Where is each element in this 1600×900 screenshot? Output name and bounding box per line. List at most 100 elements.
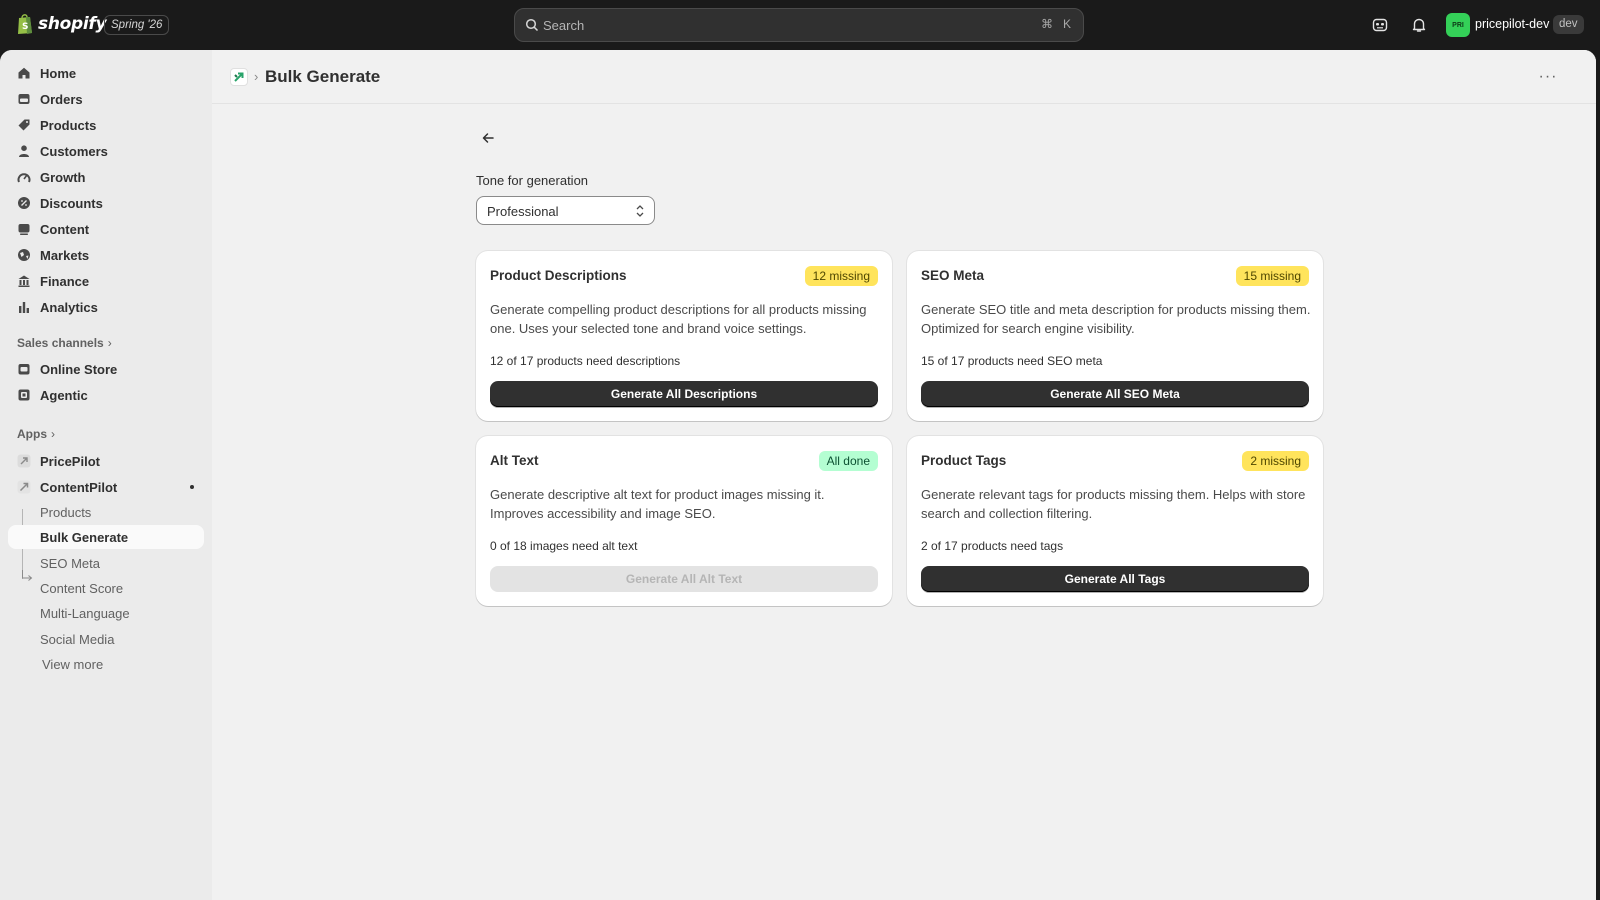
sidebar-subitem-bulk-generate[interactable]: Bulk Generate xyxy=(8,525,204,549)
discount-icon xyxy=(18,197,30,209)
sidebar-item-label: SEO Meta xyxy=(40,556,100,571)
card-count: 2 of 17 products need tags xyxy=(921,539,1064,553)
section-title: Sales channels xyxy=(17,336,104,350)
status-badge: 15 missing xyxy=(1235,266,1309,286)
chevron-right-icon: › xyxy=(107,336,112,350)
sidebar-item-home[interactable]: Home xyxy=(8,61,204,85)
sidebar-item-pricepilot[interactable]: PricePilot xyxy=(8,449,204,473)
sidebar-item-contentpilot[interactable]: ContentPilot xyxy=(8,475,204,499)
back-button[interactable] xyxy=(476,126,500,150)
sidebar-item-label: Analytics xyxy=(40,300,98,315)
card-description: Generate compelling product descriptions… xyxy=(490,302,867,336)
arrow-left-icon xyxy=(482,133,494,143)
alt-text-card: Alt Text All done Generate descriptive a… xyxy=(476,436,892,606)
store-name[interactable]: pricepilot-dev xyxy=(1475,17,1549,31)
card-count: 12 of 17 products need descriptions xyxy=(490,354,681,368)
generate-all-seo-meta-button[interactable]: Generate All SEO Meta xyxy=(921,381,1309,407)
contentpilot-app-icon xyxy=(17,480,31,494)
card-title: Alt Text xyxy=(490,453,539,468)
store-icon xyxy=(18,364,30,375)
home-icon xyxy=(18,67,30,79)
content-icon xyxy=(18,224,30,235)
sidebar-item-label: PricePilot xyxy=(40,454,100,469)
person-icon xyxy=(19,145,29,157)
card-title: Product Tags xyxy=(921,453,1007,468)
product-descriptions-card: Product Descriptions 12 missing Generate… xyxy=(476,251,892,421)
sidebar-item-label: Discounts xyxy=(40,196,103,211)
chart-bar-icon xyxy=(19,302,29,313)
sidebar-item-agentic[interactable]: Agentic xyxy=(8,383,204,407)
agentic-icon xyxy=(18,389,30,401)
edition-badge: Spring '26 xyxy=(104,15,170,35)
more-actions-button[interactable]: ··· xyxy=(1536,65,1560,89)
sidebar-item-label: Growth xyxy=(40,170,86,185)
search-shortcut: ⌘ K xyxy=(1041,17,1071,31)
sidebar-subitem-multi-language[interactable]: Multi-Language xyxy=(8,601,204,625)
sidebar-item-label: Social Media xyxy=(40,632,115,647)
globe-icon xyxy=(18,249,30,261)
sidebar-item-customers[interactable]: Customers xyxy=(8,139,204,163)
generate-all-alt-text-button: Generate All Alt Text xyxy=(490,566,878,592)
sidebar-subitem-products[interactable]: Products xyxy=(8,500,204,524)
sidebar-item-label: Content xyxy=(40,222,90,237)
store-avatar[interactable]: PRI xyxy=(1446,13,1470,37)
sidebar-item-markets[interactable]: Markets xyxy=(8,243,204,267)
bell-icon xyxy=(1412,18,1426,32)
status-badge: 2 missing xyxy=(1242,451,1309,471)
growth-icon xyxy=(17,173,31,183)
generate-all-tags-button[interactable]: Generate All Tags xyxy=(921,566,1309,592)
shopify-logo[interactable]: S shopify xyxy=(16,13,107,35)
sidebar-item-label: Bulk Generate xyxy=(40,530,129,545)
card-count: 0 of 18 images need alt text xyxy=(490,539,638,553)
sidebar-item-label: Home xyxy=(40,66,77,81)
sales-channels-section[interactable]: Sales channels › xyxy=(17,336,112,350)
sidebar-item-analytics[interactable]: Analytics xyxy=(8,295,204,319)
sidebar-item-label: Finance xyxy=(40,274,90,289)
generate-all-descriptions-button[interactable]: Generate All Descriptions xyxy=(490,381,878,407)
sidebar-item-finance[interactable]: Finance xyxy=(8,269,204,293)
top-bar: S shopify Spring '26 Search ⌘ K PRI pric… xyxy=(0,0,1600,50)
card-count: 15 of 17 products need SEO meta xyxy=(921,354,1103,368)
sidebar-item-label: ContentPilot xyxy=(40,480,118,495)
notifications-button[interactable] xyxy=(1408,14,1430,36)
sidebar-item-orders[interactable]: Orders xyxy=(8,87,204,111)
sidebar-item-products[interactable]: Products xyxy=(8,113,204,137)
product-tags-card: Product Tags 2 missing Generate relevant… xyxy=(907,436,1323,606)
search-bar[interactable]: Search ⌘ K xyxy=(514,8,1084,42)
sidebar-subitem-content-score[interactable]: Content Score xyxy=(8,576,204,600)
contentpilot-app-icon[interactable] xyxy=(230,68,248,86)
sidebar-item-label: Products xyxy=(40,118,97,133)
sidebar-item-online-store[interactable]: Online Store xyxy=(8,357,204,381)
sidebar-item-discounts[interactable]: Discounts xyxy=(8,191,204,215)
app-unread-dot xyxy=(190,485,194,489)
status-badge: All done xyxy=(818,451,878,471)
sidebar-item-label: View more xyxy=(42,657,104,672)
tone-label: Tone for generation xyxy=(476,173,589,188)
sidekick-button[interactable] xyxy=(1369,14,1391,36)
sidebar-subitem-social-media[interactable]: Social Media xyxy=(8,627,204,651)
sidebar-item-label: Agentic xyxy=(40,388,88,403)
shortcut-key: K xyxy=(1062,17,1071,31)
main-content: › Bulk Generate ··· Tone for generation … xyxy=(212,50,1596,900)
sidebar-item-label: Online Store xyxy=(40,362,118,377)
tone-selected-value: Professional xyxy=(487,204,559,219)
card-description: Generate descriptive alt text for produc… xyxy=(490,487,825,521)
breadcrumb-chevron-icon: › xyxy=(254,69,259,84)
sidebar-view-more[interactable]: View more xyxy=(8,652,204,676)
sidebar-item-label: Markets xyxy=(40,248,90,263)
sidekick-icon xyxy=(1372,18,1388,32)
sidebar-item-growth[interactable]: Growth xyxy=(8,165,204,189)
orders-icon xyxy=(18,94,30,104)
card-description: Generate SEO title and meta description … xyxy=(921,302,1311,336)
select-chevrons-icon xyxy=(636,205,644,217)
sidebar-subitem-seo-meta[interactable]: SEO Meta xyxy=(8,551,204,575)
page-title: Bulk Generate xyxy=(265,67,381,86)
sidebar-item-content[interactable]: Content xyxy=(8,217,204,241)
tone-select[interactable]: Professional xyxy=(476,196,655,225)
window-scrollbar[interactable] xyxy=(1596,50,1600,900)
sidebar: Home Orders Products Customers Growth Di… xyxy=(0,50,212,900)
apps-section[interactable]: Apps › xyxy=(17,427,55,441)
search-placeholder: Search xyxy=(543,18,585,33)
more-icon: ··· xyxy=(1538,68,1558,85)
sidebar-item-label: Content Score xyxy=(40,581,124,596)
